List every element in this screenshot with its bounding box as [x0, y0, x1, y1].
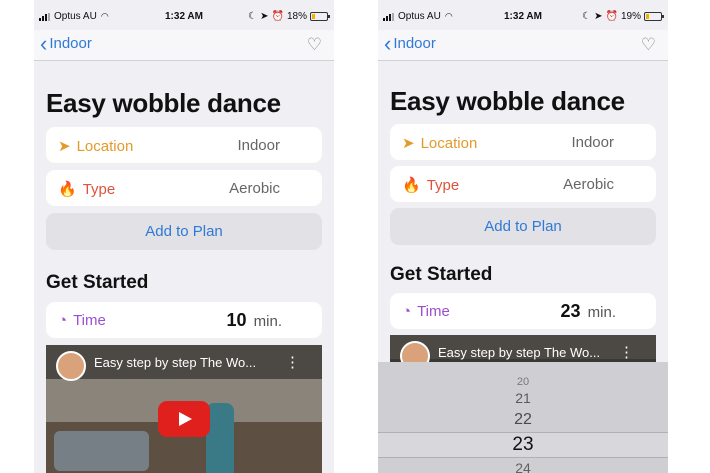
- video-person: [206, 403, 234, 473]
- more-options-icon[interactable]: ⋮: [285, 353, 300, 371]
- picker-value[interactable]: 24: [378, 460, 668, 473]
- section-heading: Get Started: [46, 272, 149, 293]
- location-label: Location: [420, 134, 478, 152]
- type-row[interactable]: 🔥 Type Aerobic: [46, 170, 322, 206]
- more-options-icon[interactable]: ⋮: [619, 343, 634, 361]
- time-number: 10: [226, 310, 247, 330]
- type-value: Aerobic: [229, 180, 280, 197]
- location-arrow-icon: ➤: [594, 11, 603, 22]
- time-value[interactable]: 23 min.: [560, 301, 616, 322]
- time-value[interactable]: 10 min.: [226, 310, 282, 331]
- video-title[interactable]: Easy step by step The Wo...: [94, 355, 256, 370]
- time-unit: min.: [587, 304, 616, 321]
- add-to-plan-button[interactable]: Add to Plan: [390, 208, 656, 245]
- flame-icon: 🔥: [58, 181, 77, 198]
- battery-icon: [644, 12, 664, 21]
- channel-avatar[interactable]: [56, 351, 86, 381]
- chevron-left-icon: ‹: [40, 30, 48, 56]
- time-label: Time: [417, 303, 450, 320]
- type-label: Type: [82, 180, 116, 198]
- phone-screen-left: Optus AU ◠ 1:32 AM ☾ ➤ ⏰ 18% ‹ Indoor ♡ …: [34, 0, 334, 473]
- location-value: Indoor: [237, 137, 280, 154]
- location-row[interactable]: ➤ Location Indoor: [390, 124, 656, 160]
- alarm-icon: ⏰: [605, 11, 618, 22]
- back-label: Indoor: [393, 35, 436, 52]
- add-to-plan-button[interactable]: Add to Plan: [46, 213, 322, 250]
- back-label: Indoor: [49, 35, 92, 52]
- alarm-icon: ⏰: [271, 11, 284, 22]
- flame-icon: 🔥: [402, 177, 421, 194]
- back-button[interactable]: ‹ Indoor: [384, 30, 436, 56]
- picker-value[interactable]: 20: [378, 376, 668, 388]
- type-row[interactable]: 🔥 Type Aerobic: [390, 166, 656, 202]
- status-bar: Optus AU ◠ 1:32 AM ☾ ➤ ⏰ 19%: [378, 10, 668, 26]
- timer-icon: ◔: [402, 303, 412, 320]
- video-sofa: [54, 431, 149, 471]
- time-row[interactable]: ◔ Time 23 min.: [390, 293, 656, 329]
- video-player[interactable]: Easy step by step The Wo... ⋮: [46, 345, 322, 473]
- play-button[interactable]: [158, 401, 210, 437]
- location-value: Indoor: [571, 134, 614, 151]
- location-row[interactable]: ➤ Location Indoor: [46, 127, 322, 163]
- page-title: Easy wobble dance: [390, 86, 625, 116]
- time-unit: min.: [253, 313, 282, 330]
- navigation-bar: ‹ Indoor ♡: [378, 30, 668, 61]
- moon-icon: ☾: [582, 11, 592, 22]
- heart-icon[interactable]: ♡: [307, 35, 322, 55]
- section-heading: Get Started: [390, 264, 493, 285]
- location-label: Location: [76, 137, 134, 155]
- time-label: Time: [73, 312, 106, 329]
- location-arrow-icon: ➤: [58, 138, 71, 155]
- video-title[interactable]: Easy step by step The Wo...: [438, 345, 600, 360]
- back-button[interactable]: ‹ Indoor: [40, 30, 92, 56]
- time-number: 23: [560, 301, 581, 321]
- battery-icon: [310, 12, 330, 21]
- page-title: Easy wobble dance: [46, 88, 281, 118]
- battery-percent: 19%: [620, 11, 641, 22]
- type-label: Type: [426, 176, 460, 194]
- video-title-bar: Easy step by step The Wo... ⋮: [46, 345, 322, 381]
- picker-selected-value[interactable]: 23: [378, 432, 668, 458]
- type-value: Aerobic: [563, 176, 614, 193]
- chevron-left-icon: ‹: [384, 30, 392, 56]
- status-bar: Optus AU ◠ 1:32 AM ☾ ➤ ⏰ 18%: [34, 10, 334, 26]
- location-arrow-icon: ➤: [260, 11, 269, 22]
- heart-icon[interactable]: ♡: [641, 35, 656, 55]
- picker-value[interactable]: 22: [378, 411, 668, 429]
- navigation-bar: ‹ Indoor ♡: [34, 30, 334, 61]
- moon-icon: ☾: [248, 11, 258, 22]
- time-picker[interactable]: 20 21 22 23 24: [378, 362, 668, 473]
- picker-value[interactable]: 21: [378, 390, 668, 406]
- phone-screen-right: Optus AU ◠ 1:32 AM ☾ ➤ ⏰ 19% ‹ Indoor ♡ …: [378, 0, 668, 473]
- battery-percent: 18%: [286, 11, 307, 22]
- location-arrow-icon: ➤: [402, 135, 415, 152]
- time-row[interactable]: ◔ Time 10 min.: [46, 302, 322, 338]
- timer-icon: ◔: [58, 312, 68, 329]
